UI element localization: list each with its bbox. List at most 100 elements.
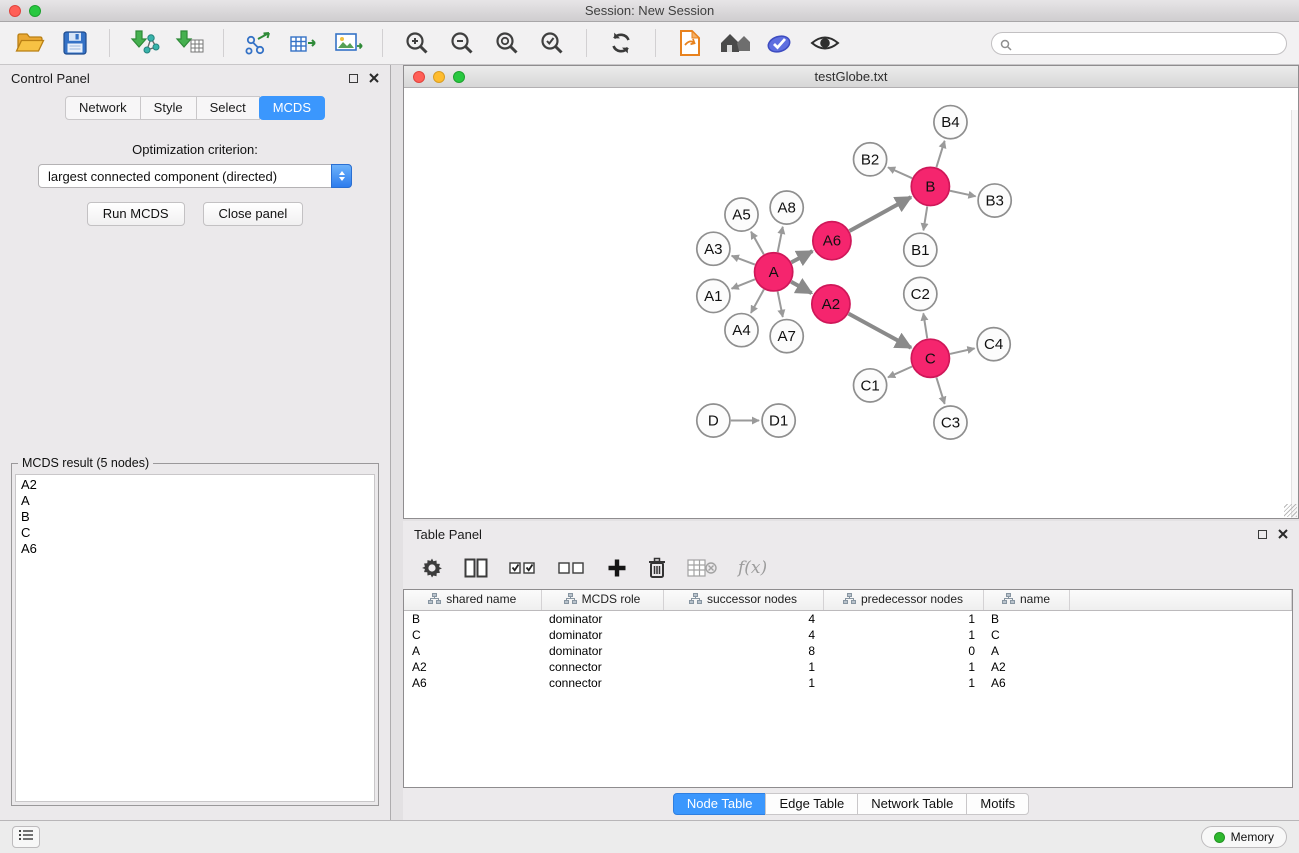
table-cell[interactable]: connector (541, 659, 663, 675)
network-graph[interactable]: B4B2BB3A8A5A6A3B1AC2A1A2A4A7C4CC1DD1C3 (404, 88, 1298, 518)
graph-node-D[interactable]: D (697, 404, 730, 437)
graph-edge[interactable] (791, 251, 812, 262)
graph-node-A[interactable]: A (755, 253, 793, 291)
table-row[interactable]: A6connector11A6 (404, 675, 1292, 691)
import-network-icon[interactable] (126, 27, 162, 59)
graph-edge[interactable] (936, 377, 944, 403)
save-icon[interactable] (57, 27, 93, 59)
graph-node-B[interactable]: B (911, 167, 949, 205)
zoom-in-icon[interactable] (399, 27, 435, 59)
mcds-result-item[interactable]: A2 (21, 477, 369, 493)
graph-edge[interactable] (888, 167, 912, 178)
graph-node-A7[interactable]: A7 (770, 320, 803, 353)
close-network-window-button[interactable] (413, 71, 425, 83)
zoom-selected-icon[interactable] (534, 27, 570, 59)
column-header[interactable]: name (983, 590, 1069, 610)
optimization-criterion-dropdown[interactable]: largest connected component (directed) (38, 164, 352, 188)
table-cell[interactable]: 1 (823, 627, 983, 643)
tab-edge-table[interactable]: Edge Table (765, 793, 858, 815)
float-table-panel-icon[interactable] (1258, 530, 1267, 539)
graph-node-B1[interactable]: B1 (904, 233, 937, 266)
table-cell[interactable]: 1 (823, 675, 983, 691)
delete-column-icon[interactable] (687, 558, 717, 578)
gear-icon[interactable] (421, 557, 443, 579)
table-cell[interactable]: A6 (404, 675, 541, 691)
table-cell[interactable]: connector (541, 675, 663, 691)
tab-network[interactable]: Network (65, 96, 141, 120)
column-header[interactable]: successor nodes (663, 590, 823, 610)
memory-button[interactable]: Memory (1201, 826, 1287, 848)
run-mcds-button[interactable]: Run MCDS (87, 202, 185, 226)
table-cell[interactable]: 0 (823, 643, 983, 659)
graph-node-B3[interactable]: B3 (978, 184, 1011, 217)
home-icon[interactable] (717, 27, 753, 59)
table-cell[interactable]: A2 (983, 659, 1069, 675)
graph-edge[interactable] (950, 348, 975, 354)
graph-node-A8[interactable]: A8 (770, 191, 803, 224)
graph-edge[interactable] (950, 191, 976, 197)
tab-select[interactable]: Select (196, 96, 260, 120)
table-cell[interactable]: 1 (663, 675, 823, 691)
search-input[interactable] (991, 32, 1287, 55)
graph-edge[interactable] (778, 292, 783, 317)
table-cell[interactable]: 8 (663, 643, 823, 659)
report-icon[interactable] (672, 27, 708, 59)
import-table-icon[interactable] (171, 27, 207, 59)
table-cell[interactable]: B (404, 610, 541, 627)
export-image-icon[interactable] (330, 27, 366, 59)
unselect-all-icon[interactable] (558, 559, 586, 577)
table-cell[interactable]: dominator (541, 643, 663, 659)
graph-edge[interactable] (778, 227, 783, 252)
close-panel-icon[interactable] (369, 73, 379, 83)
graph-node-A2[interactable]: A2 (812, 285, 850, 323)
table-cell[interactable]: dominator (541, 610, 663, 627)
graph-node-A1[interactable]: A1 (697, 279, 730, 312)
table-cell[interactable]: 1 (663, 659, 823, 675)
zoom-out-icon[interactable] (444, 27, 480, 59)
graph-node-C3[interactable]: C3 (934, 406, 967, 439)
function-builder-icon[interactable]: f(x) (738, 558, 767, 578)
tab-node-table[interactable]: Node Table (673, 793, 767, 815)
graph-node-B4[interactable]: B4 (934, 106, 967, 139)
table-cell[interactable]: 1 (823, 659, 983, 675)
table-cell[interactable]: 4 (663, 627, 823, 643)
eye-icon[interactable] (807, 27, 843, 59)
table-row[interactable]: Cdominator41C (404, 627, 1292, 643)
table-cell[interactable]: 1 (823, 610, 983, 627)
graph-edge[interactable] (936, 141, 944, 167)
table-cell[interactable]: dominator (541, 627, 663, 643)
table-row[interactable]: Bdominator41B (404, 610, 1292, 627)
mcds-result-item[interactable]: C (21, 525, 369, 541)
tab-motifs[interactable]: Motifs (966, 793, 1029, 815)
graph-edge[interactable] (923, 313, 927, 338)
close-window-button[interactable] (9, 5, 21, 17)
graph-node-C1[interactable]: C1 (854, 369, 887, 402)
table-row[interactable]: Adominator80A (404, 643, 1292, 659)
graph-node-C2[interactable]: C2 (904, 277, 937, 310)
table-cell[interactable]: C (404, 627, 541, 643)
mcds-result-item[interactable]: A (21, 493, 369, 509)
zoom-network-window-button[interactable] (453, 71, 465, 83)
add-icon[interactable] (607, 558, 627, 578)
trash-icon[interactable] (648, 557, 666, 579)
mcds-result-list[interactable]: A2ABCA6 (15, 474, 375, 802)
graph-edge[interactable] (751, 289, 764, 313)
graph-node-A6[interactable]: A6 (813, 222, 851, 260)
column-header[interactable]: predecessor nodes (823, 590, 983, 610)
graph-node-D1[interactable]: D1 (762, 404, 795, 437)
tab-style[interactable]: Style (140, 96, 197, 120)
close-table-panel-icon[interactable] (1278, 529, 1288, 539)
resize-grip[interactable] (1284, 504, 1297, 517)
table-cell[interactable]: A (983, 643, 1069, 659)
graph-edge[interactable] (732, 256, 755, 265)
export-table-icon[interactable] (285, 27, 321, 59)
graph-node-C4[interactable]: C4 (977, 328, 1010, 361)
graph-edge[interactable] (849, 314, 911, 348)
tab-network-table[interactable]: Network Table (857, 793, 967, 815)
zoom-window-button[interactable] (29, 5, 41, 17)
style-validate-icon[interactable] (762, 27, 798, 59)
graph-edge[interactable] (849, 197, 910, 231)
table-cell[interactable]: A (404, 643, 541, 659)
minimize-network-window-button[interactable] (433, 71, 445, 83)
table-row[interactable]: A2connector11A2 (404, 659, 1292, 675)
